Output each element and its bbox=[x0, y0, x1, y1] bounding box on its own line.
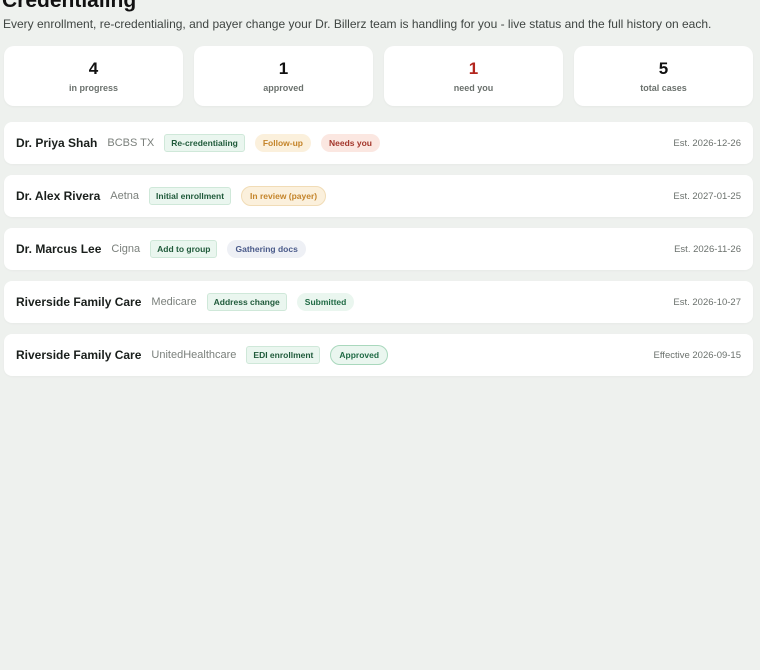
case-status-badge: In review (payer) bbox=[241, 186, 327, 206]
stats-summary: 4 in progress 1 approved 1 need you 5 to… bbox=[4, 46, 753, 106]
case-row[interactable]: Riverside Family Care Medicare Address c… bbox=[4, 281, 753, 323]
stat-value: 1 bbox=[468, 59, 479, 78]
case-type-badge: Re-credentialing bbox=[164, 134, 245, 152]
case-status-badge: Approved bbox=[330, 345, 389, 365]
needs-you-badge: Needs you bbox=[321, 134, 380, 152]
case-date: Est. 2027-01-25 bbox=[673, 190, 741, 202]
case-payer: UnitedHealthcare bbox=[151, 349, 237, 361]
stat-label: need you bbox=[453, 83, 494, 93]
stat-label: total cases bbox=[640, 83, 687, 93]
case-status-badge: Gathering docs bbox=[227, 240, 306, 258]
case-status-badge: Follow-up bbox=[254, 134, 311, 152]
case-type-badge: Initial enrollment bbox=[149, 187, 232, 205]
case-name: Dr. Alex Rivera bbox=[16, 189, 101, 203]
stat-card-in-progress: 4 in progress bbox=[4, 46, 183, 106]
case-payer: Aetna bbox=[110, 190, 140, 202]
stat-card-need-you: 1 need you bbox=[384, 46, 563, 106]
stat-label: approved bbox=[263, 83, 304, 93]
case-row[interactable]: Dr. Alex Rivera Aetna Initial enrollment… bbox=[4, 175, 753, 217]
case-list: Dr. Priya Shah BCBS TX Re-credentialing … bbox=[4, 122, 753, 387]
case-type-badge: EDI enrollment bbox=[246, 346, 321, 364]
page-subtitle: Every enrollment, re-credentialing, and … bbox=[3, 17, 712, 31]
case-name: Dr. Priya Shah bbox=[16, 136, 98, 150]
stat-value: 4 bbox=[88, 59, 99, 78]
case-name: Dr. Marcus Lee bbox=[16, 242, 102, 256]
stat-label: in progress bbox=[68, 83, 118, 93]
case-row[interactable]: Dr. Priya Shah BCBS TX Re-credentialing … bbox=[4, 122, 753, 164]
case-name: Riverside Family Care bbox=[16, 295, 142, 309]
stat-card-total-cases: 5 total cases bbox=[574, 46, 753, 106]
case-payer: Medicare bbox=[151, 296, 197, 308]
page-title: Credentialing bbox=[2, 0, 137, 12]
case-type-badge: Add to group bbox=[150, 240, 218, 258]
stat-card-approved: 1 approved bbox=[194, 46, 373, 106]
case-date: Est. 2026-10-27 bbox=[673, 296, 741, 308]
case-payer: Cigna bbox=[111, 243, 141, 255]
stat-value: 1 bbox=[278, 59, 289, 78]
case-date: Effective 2026-09-15 bbox=[653, 349, 742, 361]
stat-value: 5 bbox=[658, 59, 669, 78]
case-row[interactable]: Dr. Marcus Lee Cigna Add to group Gather… bbox=[4, 228, 753, 270]
case-date: Est. 2026-12-26 bbox=[673, 137, 741, 149]
case-payer: BCBS TX bbox=[107, 137, 155, 149]
case-name: Riverside Family Care bbox=[16, 348, 142, 362]
case-status-badge: Submitted bbox=[296, 293, 355, 311]
case-row[interactable]: Riverside Family Care UnitedHealthcare E… bbox=[4, 334, 753, 376]
case-type-badge: Address change bbox=[206, 293, 287, 311]
case-date: Est. 2026-11-26 bbox=[674, 243, 741, 255]
